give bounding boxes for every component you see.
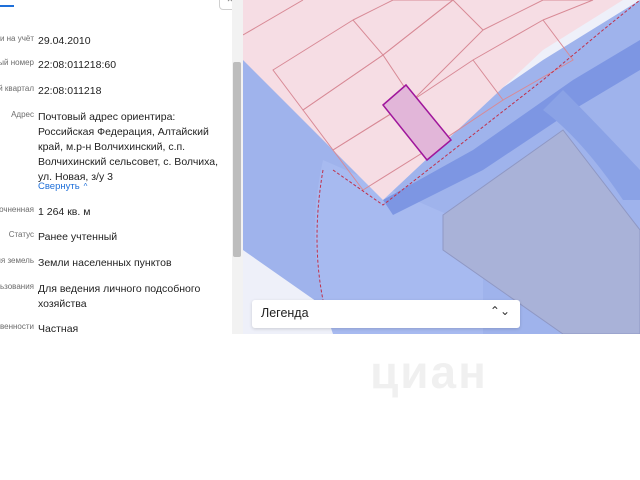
info-label: Вид разрешенного использования: [0, 282, 34, 291]
watermark-logo: циан: [370, 346, 488, 398]
info-value: 1 264 кв. м: [38, 206, 91, 218]
info-label: Дата постановки на учёт: [0, 34, 34, 43]
panel-scrollbar-thumb[interactable]: [233, 62, 241, 257]
chevron-up-down-icon: ⌃⌄: [489, 304, 510, 318]
info-label: Статус: [8, 230, 34, 239]
info-label: Кадастровый квартал: [0, 84, 34, 93]
active-tab-indicator[interactable]: [0, 0, 14, 7]
chevron-up-icon: ^: [83, 182, 88, 191]
info-value: 29.04.2010: [38, 35, 91, 47]
info-value: Земли населенных пунктов: [38, 257, 172, 269]
info-value: Ранее учтенный: [38, 231, 118, 243]
cadastral-map[interactable]: [243, 0, 640, 334]
info-value: Частная: [38, 323, 79, 334]
map-canvas[interactable]: [243, 0, 640, 334]
info-value: 22:08:011218:60: [38, 59, 117, 71]
info-label: Категория земель: [0, 256, 34, 265]
property-info-panel: ✕ Дата постановки на учёт 29.04.2010 Кад…: [0, 0, 243, 334]
info-value: 22:08:011218: [38, 85, 102, 97]
info-value: Для ведения личного подсобного хозяйства: [38, 283, 201, 310]
legend-dropdown[interactable]: Легенда ⌃⌄: [252, 300, 520, 328]
info-label: Форма собственности: [0, 322, 34, 331]
collapse-label: Свернуть: [38, 181, 80, 192]
legend-label: Легенда: [261, 306, 309, 320]
info-value: Почтовый адрес ориентира: Российская Фед…: [38, 111, 219, 183]
collapse-address-link[interactable]: Свернуть ^: [38, 181, 87, 192]
info-label: Кадастровый номер: [0, 58, 34, 67]
info-label: Адрес: [11, 110, 34, 119]
info-label: Уточненная: [0, 205, 34, 214]
